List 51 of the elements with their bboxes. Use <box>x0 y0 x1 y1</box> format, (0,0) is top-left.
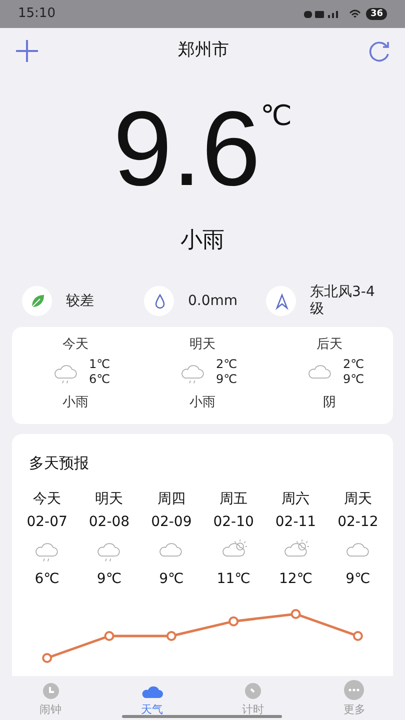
wifi-icon <box>349 9 362 19</box>
tab[interactable]: 计时 <box>202 676 304 720</box>
day-condition: 小雨 <box>190 394 216 412</box>
date-label: 02-12 <box>338 512 378 532</box>
leaf-icon <box>22 286 52 316</box>
day-label: 周五 <box>220 490 248 508</box>
forecast-title: 多天预报 <box>29 453 90 474</box>
current-condition: 小雨 <box>180 227 224 255</box>
day-condition: 小雨 <box>62 394 88 412</box>
detail-value: 0.0mm <box>188 292 239 310</box>
day-temperature: 9℃ <box>159 570 184 588</box>
high-temperature: 6℃ <box>88 372 110 386</box>
date-label: 02-10 <box>213 512 254 532</box>
day-temperature: 6℃ <box>34 570 60 588</box>
day-label: 明天 <box>95 490 124 508</box>
date-label: 02-11 <box>275 512 316 532</box>
temperature-unit: ℃ <box>260 98 292 134</box>
direction-icon <box>266 286 296 316</box>
day-label: 今天 <box>33 490 62 508</box>
high-temperature: 9℃ <box>342 372 364 386</box>
low-temperature: 2℃ <box>342 356 364 372</box>
day-temperature: 12℃ <box>278 570 313 588</box>
add-icon[interactable] <box>14 38 40 64</box>
low-temperature: 1℃ <box>88 356 110 372</box>
high-temperature: 9℃ <box>216 372 238 386</box>
tab[interactable]: 天气 <box>101 676 202 720</box>
date-label: 02-07 <box>26 512 68 532</box>
battery-level: 36 <box>366 8 387 20</box>
status-time: 15:10 <box>18 5 56 24</box>
detail-value: 较差 <box>66 292 95 310</box>
day-label: 周四 <box>157 490 186 508</box>
day-temperature: 9℃ <box>346 570 370 588</box>
low-temperature: 2℃ <box>216 356 238 372</box>
tab[interactable]: 更多 <box>304 676 405 720</box>
city-title: 郑州市 <box>178 39 229 62</box>
more-icon <box>342 678 366 702</box>
tab[interactable]: 闹钟 <box>0 676 102 720</box>
day-label: 今天 <box>62 336 88 354</box>
drop-icon <box>144 286 174 316</box>
day-label: 周六 <box>282 490 310 508</box>
detail-value: 东北风3-4级 <box>310 284 376 318</box>
refresh-icon[interactable] <box>367 39 391 63</box>
day-temperature: 11℃ <box>216 570 250 588</box>
date-label: 02-09 <box>151 512 192 532</box>
day-label: 后天 <box>316 336 342 354</box>
day-temperature: 9℃ <box>96 570 122 588</box>
day-label: 周天 <box>344 490 372 508</box>
day-condition: 阴 <box>323 394 336 412</box>
day-label: 明天 <box>190 336 216 354</box>
current-temperature: 9.6 <box>113 94 260 204</box>
date-label: 02-08 <box>88 512 130 532</box>
